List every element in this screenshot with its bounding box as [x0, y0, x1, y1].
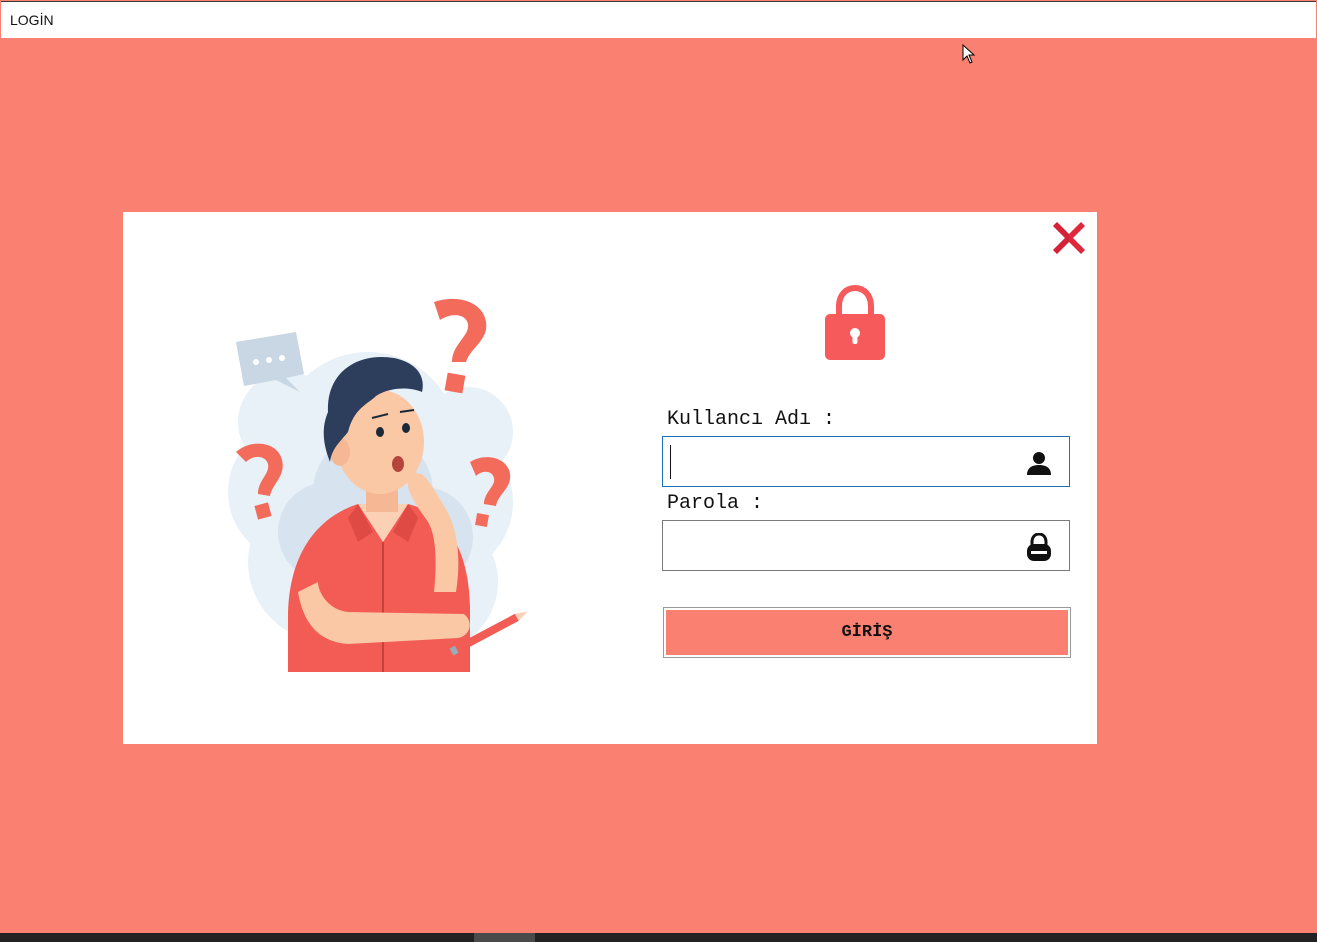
taskbar-item[interactable] — [474, 933, 535, 942]
lock-icon — [825, 284, 885, 360]
close-icon[interactable] — [1047, 216, 1091, 260]
padlock-icon — [1027, 533, 1051, 561]
taskbar — [0, 933, 1317, 942]
login-card: Kullancı Adı : Parola : GİRİŞ — [123, 212, 1097, 744]
password-field[interactable] — [662, 520, 1070, 571]
password-input[interactable] — [669, 529, 1009, 561]
login-button[interactable]: GİRİŞ — [663, 607, 1071, 658]
mouse-cursor-icon — [962, 44, 976, 64]
text-caret — [670, 445, 671, 479]
window-title: LOGİN — [10, 12, 54, 28]
title-bar: LOGİN — [1, 1, 1316, 38]
username-input[interactable] — [669, 445, 1009, 477]
password-label: Parola : — [667, 492, 764, 515]
username-label: Kullancı Adı : — [667, 408, 836, 431]
login-window: LOGİN Kullancı Adı: Parola: GİRİŞ — [0, 0, 1317, 942]
user-icon — [1027, 452, 1051, 475]
username-field[interactable] — [662, 436, 1070, 487]
thinking-man-illustration — [228, 298, 528, 672]
